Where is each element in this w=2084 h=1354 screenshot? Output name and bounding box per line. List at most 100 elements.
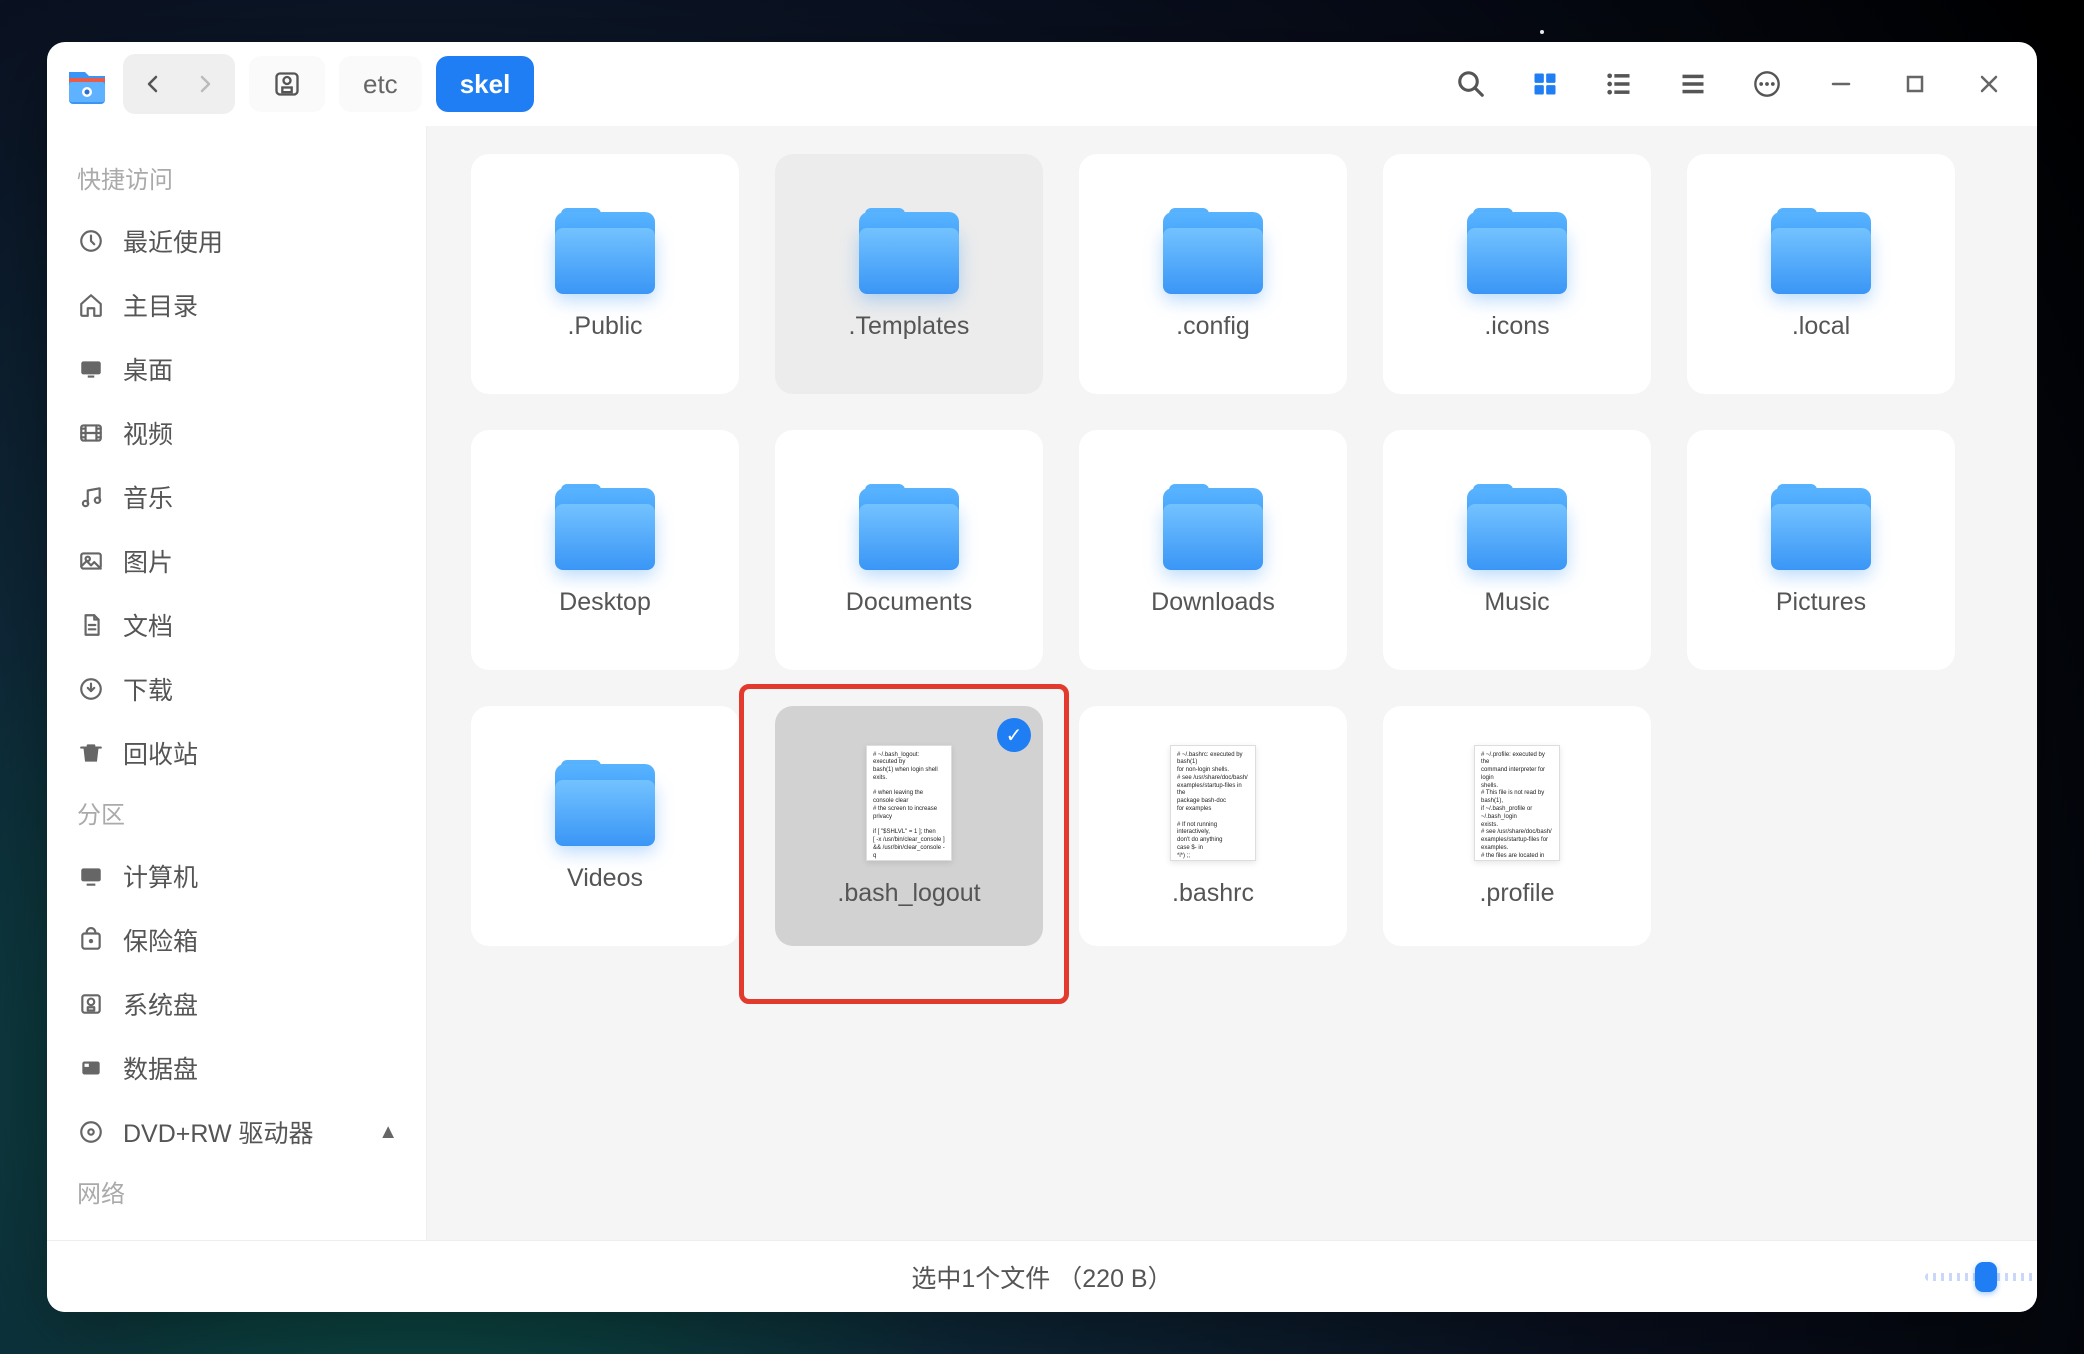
file-tile[interactable]: .Templates xyxy=(775,154,1043,394)
sidebar-item-label: 主目录 xyxy=(123,287,198,323)
file-tile[interactable]: Documents xyxy=(775,430,1043,670)
file-tile[interactable]: Videos xyxy=(471,706,739,946)
view-icons-button[interactable] xyxy=(1515,54,1575,114)
status-text: 选中1个文件 （220 B） xyxy=(911,1259,1172,1295)
datadisk-icon xyxy=(78,1055,104,1081)
zoom-slider[interactable] xyxy=(1925,1262,1997,1292)
folder-icon xyxy=(1467,208,1567,294)
file-label: Desktop xyxy=(559,588,651,617)
file-label: Music xyxy=(1484,588,1549,617)
view-list-button[interactable] xyxy=(1589,54,1649,114)
file-tile[interactable]: Pictures xyxy=(1687,430,1955,670)
search-button[interactable] xyxy=(1441,54,1501,114)
desktop-icon-wrap xyxy=(77,355,105,383)
selected-check-icon: ✓ xyxy=(997,718,1031,752)
folder-icon xyxy=(859,484,959,570)
computer-icon-wrap xyxy=(77,862,105,890)
minimize-button[interactable] xyxy=(1811,54,1871,114)
sidebar-item-video[interactable]: 视频 xyxy=(47,401,426,465)
sidebar-item-computer[interactable]: 计算机 xyxy=(47,844,426,908)
file-tile[interactable]: .local xyxy=(1687,154,1955,394)
file-tile[interactable]: .Public xyxy=(471,154,739,394)
breadcrumb-disk[interactable] xyxy=(249,56,325,112)
vault-icon-wrap xyxy=(77,926,105,954)
zoom-thumb[interactable] xyxy=(1975,1262,1997,1292)
file-tile[interactable]: Downloads xyxy=(1079,430,1347,670)
sidebar-item-download[interactable]: 下载 xyxy=(47,657,426,721)
folder-icon xyxy=(1771,484,1871,570)
download-icon-wrap xyxy=(77,675,105,703)
sidebar-item-disc[interactable]: DVD+RW 驱动器 ▲ xyxy=(47,1100,426,1164)
maximize-icon xyxy=(1905,74,1925,94)
trash-icon xyxy=(78,740,104,766)
sidebar-section-network: 网络 xyxy=(47,1164,426,1223)
datadisk-icon-wrap xyxy=(77,1054,105,1082)
file-label: .Public xyxy=(567,312,642,341)
sidebar-item-vault[interactable]: 保险箱 xyxy=(47,908,426,972)
file-label: .local xyxy=(1792,312,1850,341)
close-button[interactable] xyxy=(1959,54,2019,114)
file-tile[interactable]: # ~/.bashrc: executed by bash(1)for non-… xyxy=(1079,706,1347,946)
sidebar-item-label: 回收站 xyxy=(123,735,198,771)
sidebar-item-label: 计算机 xyxy=(123,858,198,894)
status-bar: 选中1个文件 （220 B） xyxy=(47,1240,2037,1312)
sidebar-item-image[interactable]: 图片 xyxy=(47,529,426,593)
sidebar-item-clock[interactable]: 最近使用 xyxy=(47,209,426,273)
file-tile[interactable]: Music xyxy=(1383,430,1651,670)
sidebar-item-label: 保险箱 xyxy=(123,922,198,958)
file-tile[interactable]: .icons xyxy=(1383,154,1651,394)
sidebar-item-datadisk[interactable]: 数据盘 xyxy=(47,1036,426,1100)
folder-icon xyxy=(555,208,655,294)
file-tile[interactable]: # ~/.bash_logout: executed bybash(1) whe… xyxy=(775,706,1043,946)
chevron-left-icon xyxy=(143,74,163,94)
video-icon xyxy=(78,420,104,446)
sidebar-item-label: 桌面 xyxy=(123,351,173,387)
sidebar-item-label: 数据盘 xyxy=(123,1050,198,1086)
music-icon-wrap xyxy=(77,483,105,511)
forward-button[interactable] xyxy=(179,58,231,110)
breadcrumb-skel[interactable]: skel xyxy=(436,56,535,112)
back-button[interactable] xyxy=(127,58,179,110)
home-icon xyxy=(78,292,104,318)
file-tile[interactable]: .config xyxy=(1079,154,1347,394)
file-label: .bash_logout xyxy=(837,879,980,908)
breadcrumb-etc[interactable]: etc xyxy=(339,56,422,112)
file-tile[interactable]: # ~/.profile: executed by thecommand int… xyxy=(1383,706,1651,946)
sidebar-item-desktop[interactable]: 桌面 xyxy=(47,337,426,401)
sidebar-item-label: 系统盘 xyxy=(123,986,198,1022)
more-icon xyxy=(1753,70,1781,98)
folder-icon xyxy=(859,208,959,294)
sidebar-item-home[interactable]: 主目录 xyxy=(47,273,426,337)
disk-icon xyxy=(273,70,301,98)
download-icon xyxy=(78,676,104,702)
computer-icon xyxy=(78,863,104,889)
more-button[interactable] xyxy=(1737,54,1797,114)
file-label: .config xyxy=(1176,312,1250,341)
file-manager-window: etc skel 快捷访问 最近使用主目录桌面视频 xyxy=(47,42,2037,1312)
sidebar-item-label: 音乐 xyxy=(123,479,173,515)
sidebar-item-label: 下载 xyxy=(123,671,173,707)
sidebar-item-music[interactable]: 音乐 xyxy=(47,465,426,529)
folder-icon xyxy=(1163,484,1263,570)
sidebar-item-doc[interactable]: 文档 xyxy=(47,593,426,657)
view-list-compact-button[interactable] xyxy=(1663,54,1723,114)
file-tile[interactable]: Desktop xyxy=(471,430,739,670)
sysdisk-icon xyxy=(78,991,104,1017)
image-icon-wrap xyxy=(77,547,105,575)
file-label: Documents xyxy=(846,588,972,617)
file-grid: .Public .Templates .config .icons .local… xyxy=(471,154,1993,946)
close-icon xyxy=(1978,73,2000,95)
app-icon xyxy=(65,62,109,106)
list-compact-icon xyxy=(1679,70,1707,98)
sidebar-item-label: 视频 xyxy=(123,415,173,451)
sidebar-section-quick: 快捷访问 xyxy=(47,150,426,209)
folder-icon xyxy=(1467,484,1567,570)
sidebar-item-label: DVD+RW 驱动器 xyxy=(123,1114,314,1150)
sysdisk-icon-wrap xyxy=(77,990,105,1018)
maximize-button[interactable] xyxy=(1885,54,1945,114)
sidebar-item-trash[interactable]: 回收站 xyxy=(47,721,426,785)
chevron-right-icon xyxy=(195,74,215,94)
doc-icon xyxy=(78,612,104,638)
sidebar-item-sysdisk[interactable]: 系统盘 xyxy=(47,972,426,1036)
eject-icon[interactable]: ▲ xyxy=(378,1121,398,1144)
